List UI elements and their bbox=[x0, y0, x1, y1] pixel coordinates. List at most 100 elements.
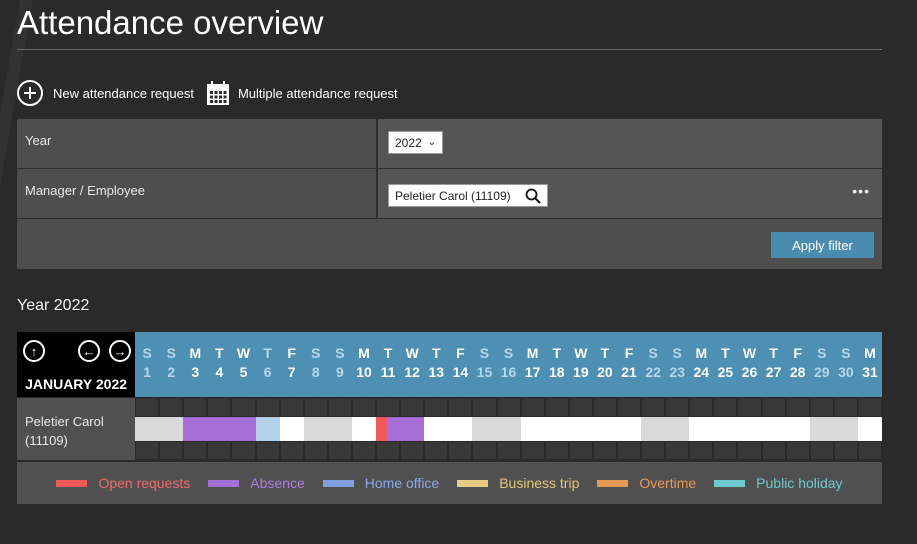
day-cell[interactable] bbox=[616, 398, 642, 460]
day-cell[interactable] bbox=[641, 398, 666, 460]
day-cell[interactable] bbox=[351, 398, 377, 460]
arrow-right-icon[interactable]: → bbox=[109, 340, 131, 362]
legend-label: Public holiday bbox=[756, 475, 843, 491]
day-cell[interactable] bbox=[689, 398, 714, 460]
day-cell[interactable] bbox=[665, 398, 690, 460]
day-header: S1 bbox=[135, 332, 159, 397]
employee-row: Peletier Carol (11109) bbox=[17, 397, 882, 460]
day-number: 17 bbox=[524, 364, 541, 380]
weekday-letter: M bbox=[189, 345, 202, 361]
day-cell[interactable] bbox=[255, 398, 280, 460]
day-cell[interactable] bbox=[231, 398, 256, 460]
day-number: 25 bbox=[717, 364, 734, 380]
day-cell[interactable] bbox=[592, 398, 617, 460]
weekday-letter: S bbox=[335, 345, 345, 361]
day-cell[interactable] bbox=[713, 398, 738, 460]
chevron-down-icon: ⌄ bbox=[427, 137, 437, 148]
day-number: 29 bbox=[813, 364, 830, 380]
day-number: 30 bbox=[838, 364, 854, 380]
day-cell[interactable] bbox=[761, 398, 786, 460]
day-number: 3 bbox=[191, 364, 200, 380]
legend-item: Business trip bbox=[457, 475, 579, 491]
search-icon[interactable] bbox=[525, 188, 541, 204]
weekday-letter: W bbox=[742, 345, 757, 361]
day-cell[interactable] bbox=[520, 398, 545, 460]
weekday-letter: T bbox=[263, 345, 272, 361]
day-number: 7 bbox=[287, 364, 296, 380]
weekday-letter: W bbox=[405, 345, 419, 361]
weekday-letter: M bbox=[864, 345, 876, 361]
day-cell[interactable] bbox=[544, 398, 569, 460]
day-header: F 28 bbox=[786, 332, 810, 397]
day-header: T 25 bbox=[713, 332, 737, 397]
employee-search-input[interactable]: Peletier Carol (11109) bbox=[388, 184, 548, 207]
day-cell[interactable] bbox=[472, 398, 497, 460]
day-number: 9 bbox=[335, 364, 344, 380]
day-number: 23 bbox=[669, 364, 685, 380]
apply-filter-button[interactable]: Apply filter bbox=[771, 232, 874, 258]
weekday-letter: T bbox=[552, 345, 562, 361]
weekday-letter: W bbox=[574, 345, 588, 361]
day-cell[interactable] bbox=[303, 398, 328, 460]
day-cell[interactable] bbox=[448, 398, 473, 460]
weekday-letter: M bbox=[526, 345, 539, 361]
day-cell[interactable] bbox=[833, 398, 858, 460]
day-header: T 13 bbox=[424, 332, 448, 397]
calendar-icon bbox=[206, 81, 229, 105]
day-cell[interactable] bbox=[207, 398, 232, 460]
legend-label: Absence bbox=[250, 475, 305, 491]
day-header: W 12 bbox=[400, 332, 424, 397]
month-label: JANUARY 2022 bbox=[25, 376, 128, 392]
more-options-button[interactable]: ••• bbox=[852, 183, 870, 199]
day-cell[interactable] bbox=[424, 398, 449, 460]
day-number: 27 bbox=[765, 364, 782, 380]
arrow-left-icon[interactable]: ← bbox=[78, 340, 100, 362]
day-number: 13 bbox=[428, 364, 445, 380]
weekday-letter: S bbox=[672, 345, 682, 361]
multiple-attendance-request-label: Multiple attendance request bbox=[237, 85, 398, 101]
new-attendance-request-button[interactable]: New attendance request bbox=[17, 80, 194, 106]
day-cell[interactable] bbox=[785, 398, 810, 460]
day-header: S2 bbox=[159, 332, 183, 397]
new-attendance-request-label: New attendance request bbox=[53, 85, 194, 101]
day-number: 28 bbox=[789, 364, 806, 380]
year-label: Year bbox=[17, 119, 378, 168]
calendar-corner: ↑ ← → JANUARY 2022 bbox=[17, 332, 136, 397]
legend-swatch bbox=[208, 479, 240, 487]
day-cell[interactable] bbox=[159, 398, 184, 460]
day-cell[interactable] bbox=[857, 398, 882, 460]
filter-footer: Apply filter bbox=[17, 219, 882, 269]
year-select[interactable]: 2022 ⌄ bbox=[388, 131, 444, 154]
multiple-attendance-request-button[interactable]: Multiple attendance request bbox=[206, 80, 398, 106]
day-cell[interactable] bbox=[809, 398, 834, 460]
weekday-letter: M bbox=[695, 345, 708, 361]
day-cell[interactable] bbox=[568, 398, 593, 460]
legend-item: Home office bbox=[322, 475, 440, 491]
weekday-letter: T bbox=[383, 345, 393, 361]
filter-row-year: Year 2022 ⌄ bbox=[17, 119, 882, 169]
day-cell[interactable] bbox=[376, 398, 401, 460]
weekday-letter: S bbox=[817, 345, 827, 361]
day-cell[interactable] bbox=[496, 398, 521, 460]
legend-label: Home office bbox=[364, 475, 440, 491]
day-cell[interactable] bbox=[737, 398, 762, 460]
day-number: 15 bbox=[476, 364, 493, 380]
employee-value-cell: Peletier Carol (11109) ••• bbox=[378, 169, 882, 218]
year-heading: Year 2022 bbox=[17, 297, 90, 314]
day-header: T 20 bbox=[593, 332, 617, 397]
day-header: S 30 bbox=[834, 332, 858, 397]
day-cell[interactable] bbox=[183, 398, 208, 460]
day-header: T 18 bbox=[545, 332, 569, 397]
weekday-letter: F bbox=[624, 345, 634, 361]
weekday-letter: S bbox=[142, 345, 152, 361]
day-header: M 31 bbox=[858, 332, 882, 397]
calendar-header: ↑ ← → JANUARY 2022 S 1 S 2 M 3 T 4 W 5 T 6 F 7 S 8 S 9 M 10… bbox=[17, 332, 882, 397]
arrow-up-icon[interactable]: ↑ bbox=[23, 340, 45, 362]
employee-day-cells bbox=[135, 398, 882, 460]
day-header: M 17 bbox=[521, 332, 545, 397]
day-header: S9 bbox=[328, 332, 352, 397]
day-cell[interactable] bbox=[279, 398, 304, 460]
day-cell[interactable] bbox=[327, 398, 352, 460]
day-cell[interactable] bbox=[400, 398, 425, 460]
day-cell[interactable] bbox=[135, 398, 160, 460]
